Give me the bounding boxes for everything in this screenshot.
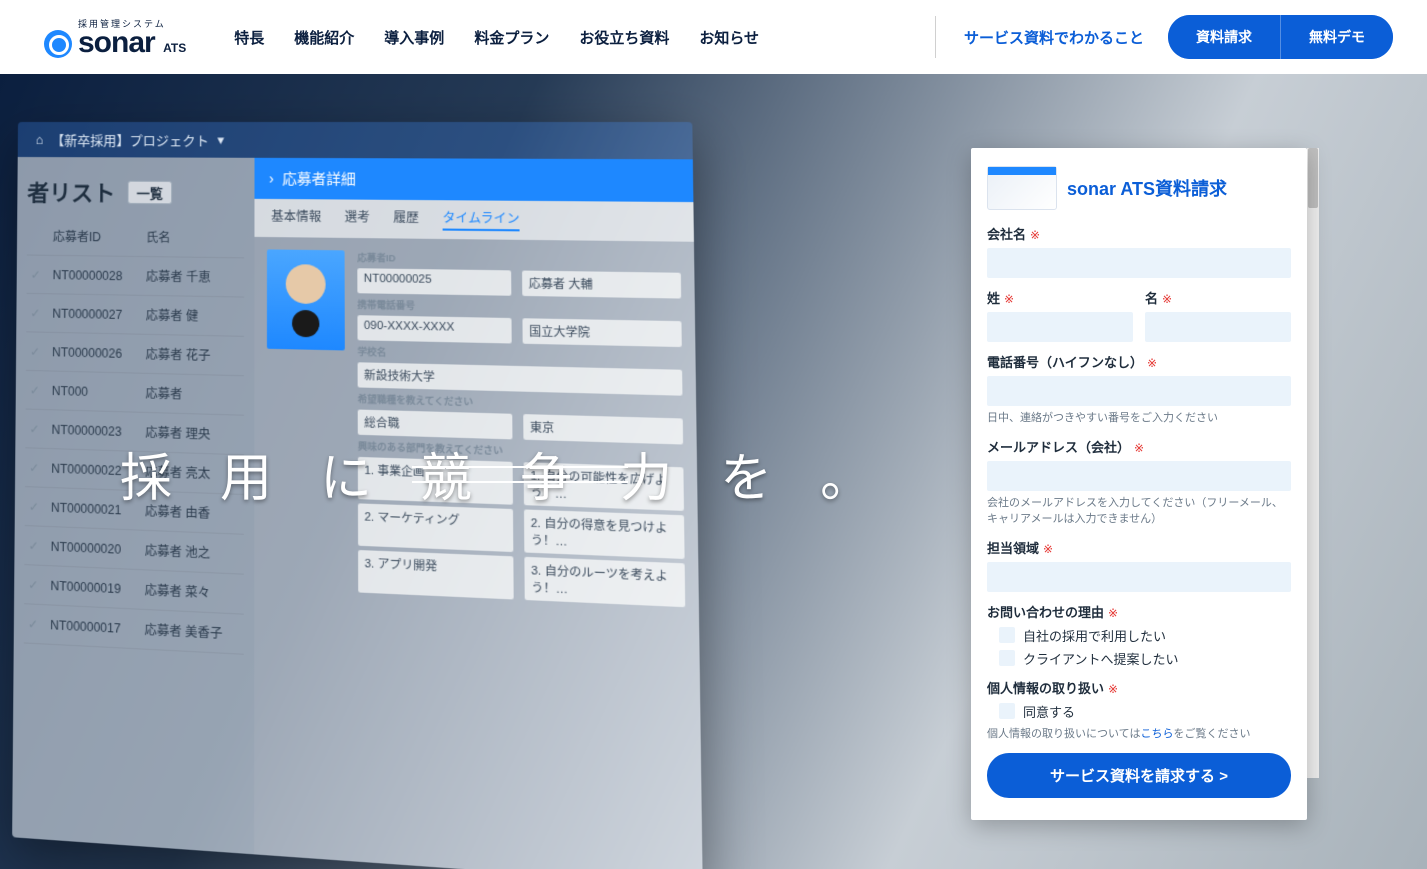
divider xyxy=(935,16,936,58)
free-demo-button[interactable]: 無料デモ xyxy=(1280,15,1393,59)
area-label: 担当領域 xyxy=(987,541,1039,556)
table-row: ✓NT00000027応募者 健 xyxy=(26,293,244,336)
app-tabs: 基本情報 選考 履歴 タイムライン xyxy=(254,199,693,242)
firstname-input[interactable] xyxy=(1145,312,1291,342)
privacy-note: 個人情報の取り扱いについてはこちらをご覧ください xyxy=(987,725,1291,741)
phone-label: 電話番号（ハイフンなし） xyxy=(987,355,1143,370)
email-input[interactable] xyxy=(987,461,1291,491)
request-docs-button[interactable]: 資料請求 xyxy=(1168,15,1280,59)
company-input[interactable] xyxy=(987,248,1291,278)
sidebar-title: 者リスト xyxy=(27,175,115,208)
tab-basic: 基本情報 xyxy=(271,207,321,229)
logo-text: sonar xyxy=(78,26,155,59)
doc-card-icon xyxy=(987,166,1057,210)
nav-news[interactable]: お知らせ xyxy=(699,27,759,48)
tab-screen: 選考 xyxy=(344,208,369,230)
privacy-link[interactable]: こちら xyxy=(1140,728,1173,740)
tab-history: 履歴 xyxy=(393,208,419,230)
reason-label: お問い合わせの理由 xyxy=(987,605,1104,620)
hero-tagline: 採用に競争力を。 xyxy=(120,436,1027,511)
logo-ats: ATS xyxy=(163,41,186,55)
sidebar-view-toggle: 一覧 xyxy=(127,180,172,204)
nav-features[interactable]: 特長 xyxy=(234,27,264,48)
site-header: 採用管理システム sonar ATS 特長 機能紹介 導入事例 料金プラン お役… xyxy=(0,0,1427,74)
chevron-right-icon: › xyxy=(269,170,274,186)
company-label: 会社名 xyxy=(987,227,1026,242)
lastname-label: 姓 xyxy=(987,291,1000,306)
logo-mark-icon xyxy=(44,30,72,58)
doc-request-form: sonar ATS資料請求 会社名※ 姓※ 名※ 電話番号（ハイフンなし）※ 日… xyxy=(971,148,1307,820)
table-row: ✓NT000応募者 xyxy=(26,370,244,415)
chevron-down-icon: ▾ xyxy=(217,132,224,148)
email-label: メールアドレス（会社） xyxy=(987,440,1130,455)
form-title: sonar ATS資料請求 xyxy=(1067,175,1227,201)
app-breadcrumb: ⌂ 【新卒採用】プロジェクト ▾ xyxy=(18,122,693,159)
email-hint: 会社のメールアドレスを入力してください（フリーメール、キャリアメールは入力できま… xyxy=(987,495,1291,528)
privacy-label: 個人情報の取り扱い xyxy=(987,681,1104,696)
reason-opt-self[interactable]: 自社の採用で利用したい xyxy=(999,626,1291,645)
submit-button[interactable]: サービス資料を請求する > xyxy=(987,753,1291,798)
nav-cases[interactable]: 導入事例 xyxy=(384,27,444,48)
nav-pricing[interactable]: 料金プラン xyxy=(474,27,549,48)
app-main: ›応募者詳細 基本情報 選考 履歴 タイムライン 応募者ID NT0000002… xyxy=(254,158,703,869)
phone-hint: 日中、連絡がつきやすい番号をご入力ください xyxy=(987,410,1291,427)
home-icon: ⌂ xyxy=(36,132,44,147)
firstname-label: 名 xyxy=(1145,291,1158,306)
applicant-photo xyxy=(267,249,345,350)
service-materials-link[interactable]: サービス資料でわかること xyxy=(964,27,1144,48)
privacy-agree-checkbox[interactable]: 同意する xyxy=(999,702,1291,721)
site-logo[interactable]: 採用管理システム sonar ATS xyxy=(44,17,186,58)
reason-opt-client[interactable]: クライアントへ提案したい xyxy=(999,649,1291,668)
form-scrollbar[interactable] xyxy=(1307,148,1319,778)
area-input[interactable] xyxy=(987,562,1291,592)
lastname-input[interactable] xyxy=(987,312,1133,342)
tab-timeline: タイムライン xyxy=(443,209,520,232)
nav-functions[interactable]: 機能紹介 xyxy=(294,27,354,48)
table-row: ✓NT00000028応募者 千恵 xyxy=(27,255,245,297)
cta-pill: 資料請求 無料デモ xyxy=(1168,15,1393,59)
scroll-thumb[interactable] xyxy=(1308,148,1318,208)
phone-input[interactable] xyxy=(987,376,1291,406)
primary-nav: 特長 機能紹介 導入事例 料金プラン お役立ち資料 お知らせ xyxy=(234,27,759,48)
table-row: ✓NT00000026応募者 花子 xyxy=(26,332,244,376)
nav-resources[interactable]: お役立ち資料 xyxy=(579,27,669,48)
